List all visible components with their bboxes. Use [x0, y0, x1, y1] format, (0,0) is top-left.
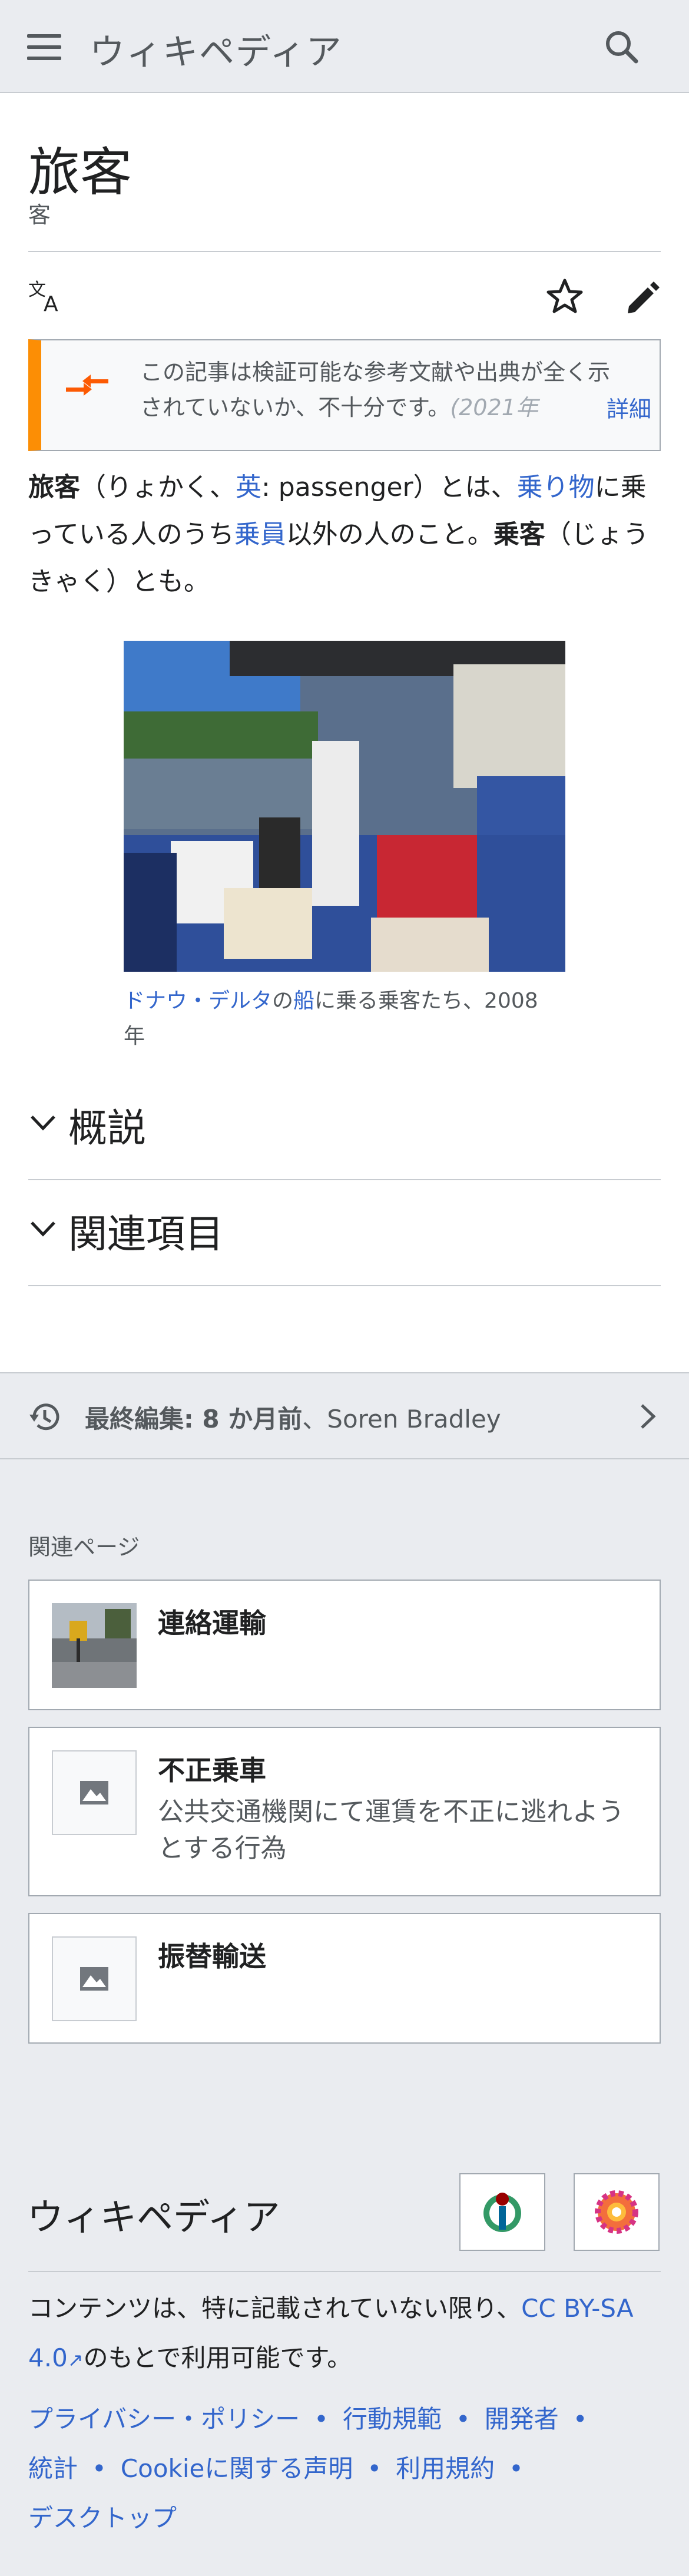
footer-link-developers[interactable]: 開発者 — [485, 2405, 559, 2433]
chevron-down-icon — [31, 1115, 55, 1131]
vehicle-link[interactable]: 乗り物 — [517, 472, 595, 502]
related-card[interactable]: 振替輸送 — [28, 1913, 661, 2044]
license-text: コンテンツは、特に記載されていない限り、CC BY-SA 4.0↗のもとで利用可… — [28, 2294, 634, 2372]
passengers-photo[interactable] — [124, 641, 565, 972]
external-link-icon: ↗ — [67, 2349, 84, 2371]
page-title: 旅客 — [28, 142, 132, 203]
related-title: 連絡運輸 — [158, 1607, 266, 1639]
related-pages-heading: 関連ページ — [28, 1534, 140, 1560]
related-thumbnail — [52, 1603, 137, 1688]
lang-link[interactable]: 英 — [236, 472, 261, 502]
footer-link-privacy[interactable]: プライバシー・ポリシー — [28, 2405, 300, 2433]
caption-link-ship[interactable]: 船 — [293, 989, 314, 1013]
footer-area: 関連ページ 連絡運輸 不正乗車 公共交通機関にて運賃を不正に逃れようとする行為 … — [0, 1459, 689, 2576]
svg-text:A: A — [44, 292, 58, 314]
image-placeholder-icon — [52, 1936, 137, 2021]
section-heading: 関連項目 — [68, 1211, 224, 1257]
footer-links: プライバシー・ポリシー • 行動規範 • 開発者 • 統計 • Cookieに関する声明 • 利用規… — [28, 2405, 588, 2532]
section-see-also[interactable]: 関連項目 — [28, 1179, 661, 1286]
language-icon[interactable]: 文 A — [28, 277, 66, 314]
section-overview[interactable]: 概説 — [28, 1073, 661, 1180]
mediawiki-logo[interactable] — [574, 2173, 660, 2251]
figure-caption: ドナウ・デルタの船に乗る乗客たち、2008年 — [124, 989, 538, 1048]
last-edited-bar[interactable]: 最終編集: 8 か月前、Soren Bradley — [0, 1372, 689, 1459]
search-icon[interactable] — [601, 26, 643, 68]
last-editor: Soren Bradley — [327, 1405, 501, 1433]
footer-link-code-of-conduct[interactable]: 行動規範 — [343, 2405, 442, 2433]
crew-link[interactable]: 乗員 — [234, 519, 286, 549]
watch-star-icon[interactable] — [544, 276, 585, 317]
last-edited-text: 最終編集: 8 か月前、Soren Bradley — [85, 1405, 501, 1433]
caption-link-danube-delta[interactable]: ドナウ・デルタ — [124, 989, 272, 1013]
article-figure: ドナウ・デルタの船に乗る乗客たち、2008年 — [124, 641, 565, 1054]
footer-link-statistics[interactable]: 統計 — [28, 2454, 78, 2483]
image-placeholder-icon — [52, 1750, 137, 1835]
ambox-notice[interactable]: この記事は検証可能な参考文献や出典が全く示されていないか、不十分です。(2021… — [28, 339, 661, 451]
divider — [28, 251, 661, 252]
footer-link-cookie[interactable]: Cookieに関する声明 — [121, 2454, 353, 2483]
related-card[interactable]: 連絡運輸 — [28, 1580, 661, 1710]
site-wordmark[interactable]: ウィキペディア — [90, 24, 343, 75]
related-title: 不正乗車 — [158, 1754, 266, 1786]
notice-text: この記事は検証可能な参考文献や出典が全く示されていないか、不十分です。(2021… — [140, 359, 611, 420]
footer-link-terms[interactable]: 利用規約 — [396, 2454, 495, 2483]
notice-more-link[interactable]: 詳細 — [607, 391, 651, 423]
footer-wordmark: ウィキペディア — [27, 2196, 280, 2239]
notice-date: (2021年 — [450, 395, 538, 420]
menu-icon[interactable] — [27, 34, 61, 60]
related-description: 公共交通機関にて運賃を不正に逃れようとする行為 — [158, 1797, 624, 1863]
lead-paragraph: 旅客（りょかく、英: passenger）とは、乗り物に乗っている人のうち乗員以… — [28, 472, 649, 597]
footer-link-desktop[interactable]: デスクトップ — [28, 2504, 177, 2532]
wikimedia-foundation-logo[interactable] — [459, 2173, 545, 2251]
section-heading: 概説 — [68, 1105, 146, 1151]
chevron-right-icon — [641, 1404, 656, 1429]
edit-pencil-icon[interactable] — [622, 276, 663, 317]
bold-term: 乗客 — [493, 519, 545, 549]
merge-arrows-icon — [66, 375, 108, 396]
history-icon — [29, 1403, 59, 1431]
bold-term: 旅客 — [28, 472, 80, 502]
related-card[interactable]: 不正乗車 公共交通機関にて運賃を不正に逃れようとする行為 — [28, 1727, 661, 1896]
chevron-down-icon — [31, 1221, 55, 1237]
footer-divider — [28, 2271, 661, 2272]
header-bar: ウィキペディア — [0, 0, 689, 93]
page-subtitle: 客 — [28, 202, 51, 228]
related-title: 振替輸送 — [158, 1941, 266, 1972]
